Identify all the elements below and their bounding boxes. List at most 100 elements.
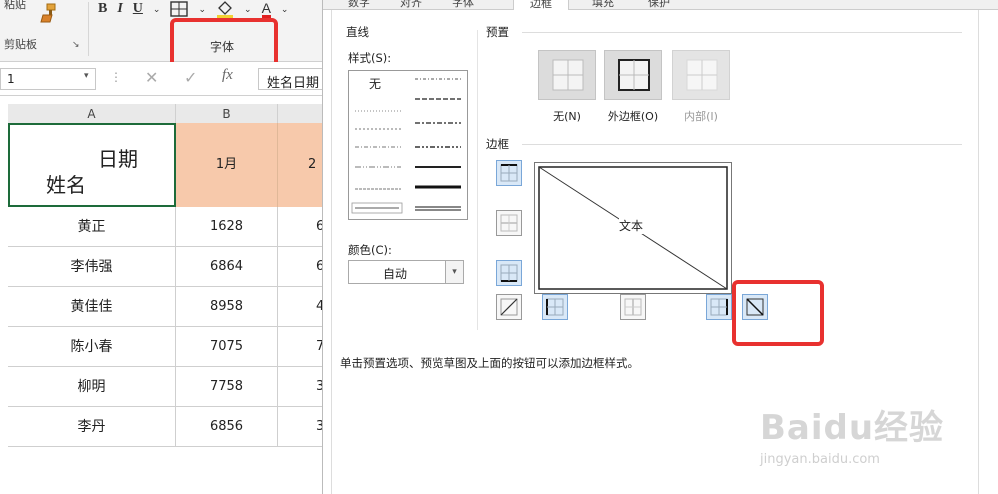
tab-number[interactable]: 数字 xyxy=(337,0,381,10)
dialog-tab-strip: 数字 对齐 字体 边框 填充 保护 xyxy=(323,0,998,10)
font-color-button[interactable]: A xyxy=(261,1,271,18)
name-cell[interactable]: 李丹 xyxy=(8,407,176,447)
name-cell[interactable]: 柳明 xyxy=(8,367,176,407)
preset-none-button[interactable] xyxy=(538,50,596,100)
top-border-button[interactable] xyxy=(496,160,522,186)
right-border-icon xyxy=(710,298,728,316)
underline-dropdown-icon[interactable]: ⌄ xyxy=(153,4,161,15)
border-hint-text: 单击预置选项、预览草图及上面的按钮可以添加边框样式。 xyxy=(340,356,639,370)
tab-border[interactable]: 边框 xyxy=(513,0,569,10)
border-section-title: 边框 xyxy=(486,137,509,151)
border-divider xyxy=(522,144,962,145)
name-cell[interactable]: 黄佳佳 xyxy=(8,287,176,327)
name-cell[interactable]: 陈小春 xyxy=(8,327,176,367)
line-styles-icon xyxy=(351,78,461,214)
paste-label[interactable]: 粘贴 xyxy=(4,0,26,12)
tab-fill[interactable]: 填充 xyxy=(581,0,625,10)
preset-inside-icon xyxy=(686,59,718,91)
bottom-border-icon xyxy=(500,264,518,282)
watermark-logo: Baidu经验 xyxy=(760,408,945,448)
insert-function-icon[interactable]: fx xyxy=(222,67,233,84)
line-style-list[interactable]: 无 xyxy=(348,70,468,220)
left-border-icon xyxy=(546,298,564,316)
table-row: 柳明 7758 3 xyxy=(8,367,338,407)
preset-outline-icon xyxy=(618,59,650,91)
preset-inside-button[interactable] xyxy=(672,50,730,100)
presets-section-title: 预置 xyxy=(486,25,509,39)
diagonal-up-icon xyxy=(500,298,518,316)
inside-vertical-border-button[interactable] xyxy=(620,294,646,320)
header-name-text: 姓名 xyxy=(46,173,86,197)
color-select[interactable]: 自动 ▾ xyxy=(348,260,464,284)
baidu-watermark: Baidu经验 jingyan.baidu.com xyxy=(760,400,990,480)
jan-cell[interactable]: 6864 xyxy=(176,247,278,287)
name-cell[interactable]: 黄正 xyxy=(8,207,176,247)
left-border-button[interactable] xyxy=(542,294,568,320)
jan-cell[interactable]: 7075 xyxy=(176,327,278,367)
tab-protection[interactable]: 保护 xyxy=(637,0,681,10)
color-label: 颜色(C): xyxy=(348,243,392,257)
preset-inside-label: 内部(I) xyxy=(684,110,718,123)
bold-button[interactable]: B xyxy=(98,1,107,17)
right-border-button[interactable] xyxy=(706,294,732,320)
bottom-border-button[interactable] xyxy=(496,260,522,286)
jan-cell[interactable]: 8958 xyxy=(176,287,278,327)
underline-button[interactable]: U xyxy=(133,1,143,17)
worksheet-grid: A B 日期 姓名 1月 2 黄正 1628 6 李伟强 6864 6 黄佳佳 8958 4 陈小… xyxy=(0,96,338,494)
formula-bar: 1 ▾ ⋮ ✕ ✓ fx 姓名日期 xyxy=(0,62,338,96)
tab-alignment[interactable]: 对齐 xyxy=(389,0,433,10)
excel-window: 粘贴 剪贴板 ↘ B I U ⌄ ⌄ ⌄ A ⌄ 字体 1 ▾ ⋮ ✕ ✓ fx… xyxy=(0,0,998,494)
header-cell-b1[interactable]: 1月 xyxy=(176,123,278,207)
presets-divider xyxy=(522,32,962,33)
line-panel: 直线 样式(S): 无 颜色(C): 自动 ▾ xyxy=(340,25,478,330)
fill-color-icon[interactable] xyxy=(216,0,234,18)
clipboard-group-label: 剪贴板 xyxy=(4,38,37,51)
table-row: 黄佳佳 8958 4 xyxy=(8,287,338,327)
italic-button[interactable]: I xyxy=(117,1,122,17)
table-row: 黄正 1628 6 xyxy=(8,207,338,247)
jan-cell[interactable]: 6856 xyxy=(176,407,278,447)
line-section-title: 直线 xyxy=(346,25,369,39)
ribbon-separator xyxy=(88,2,89,56)
format-painter-icon[interactable] xyxy=(38,2,58,24)
preset-outline-button[interactable] xyxy=(604,50,662,100)
style-label: 样式(S): xyxy=(348,51,392,65)
name-box-dropdown-icon[interactable]: ▾ xyxy=(84,71,89,81)
border-preview[interactable]: 文本 xyxy=(534,162,732,294)
inside-horizontal-icon xyxy=(500,214,518,232)
preset-none-icon xyxy=(552,59,584,91)
watermark-url: jingyan.baidu.com xyxy=(760,452,880,467)
enter-icon[interactable]: ✓ xyxy=(184,68,197,87)
tab-font[interactable]: 字体 xyxy=(441,0,485,10)
name-cell[interactable]: 李伟强 xyxy=(8,247,176,287)
color-select-value: 自动 xyxy=(383,267,408,281)
preview-text: 文本 xyxy=(619,217,644,234)
table-row: 李丹 6856 3 xyxy=(8,407,338,447)
column-header-b[interactable]: B xyxy=(176,104,278,124)
clipboard-launcher-icon[interactable]: ↘ xyxy=(72,40,80,50)
font-buttons: B I U ⌄ ⌄ ⌄ A ⌄ xyxy=(98,0,288,18)
selected-cell-a1[interactable]: 日期 姓名 xyxy=(8,123,176,207)
jan-cell[interactable]: 7758 xyxy=(176,367,278,407)
ribbon: 粘贴 剪贴板 ↘ B I U ⌄ ⌄ ⌄ A ⌄ 字体 xyxy=(0,0,330,62)
table-row: 陈小春 7075 7 xyxy=(8,327,338,367)
cancel-icon[interactable]: ✕ xyxy=(145,68,158,87)
top-border-icon xyxy=(500,164,518,182)
header-date-text: 日期 xyxy=(98,147,138,171)
column-header-a[interactable]: A xyxy=(8,104,176,124)
diagonal-border xyxy=(10,125,174,205)
jan-cell[interactable]: 1628 xyxy=(176,207,278,247)
color-dropdown-icon[interactable]: ▾ xyxy=(445,261,463,283)
inside-vertical-icon xyxy=(624,298,642,316)
font-group-highlight xyxy=(170,18,278,68)
name-box[interactable]: 1 xyxy=(0,68,96,90)
borders-icon[interactable] xyxy=(170,1,189,17)
inside-horizontal-border-button[interactable] xyxy=(496,210,522,236)
font-color-dropdown-icon[interactable]: ⌄ xyxy=(281,4,289,15)
borders-dropdown-icon[interactable]: ⌄ xyxy=(198,4,206,15)
fill-dropdown-icon[interactable]: ⌄ xyxy=(244,4,252,15)
table-row: 李伟强 6864 6 xyxy=(8,247,338,287)
diagonal-button-highlight xyxy=(732,280,824,346)
formula-bar-grip-icon: ⋮ xyxy=(110,70,122,84)
diagonal-up-border-button[interactable] xyxy=(496,294,522,320)
